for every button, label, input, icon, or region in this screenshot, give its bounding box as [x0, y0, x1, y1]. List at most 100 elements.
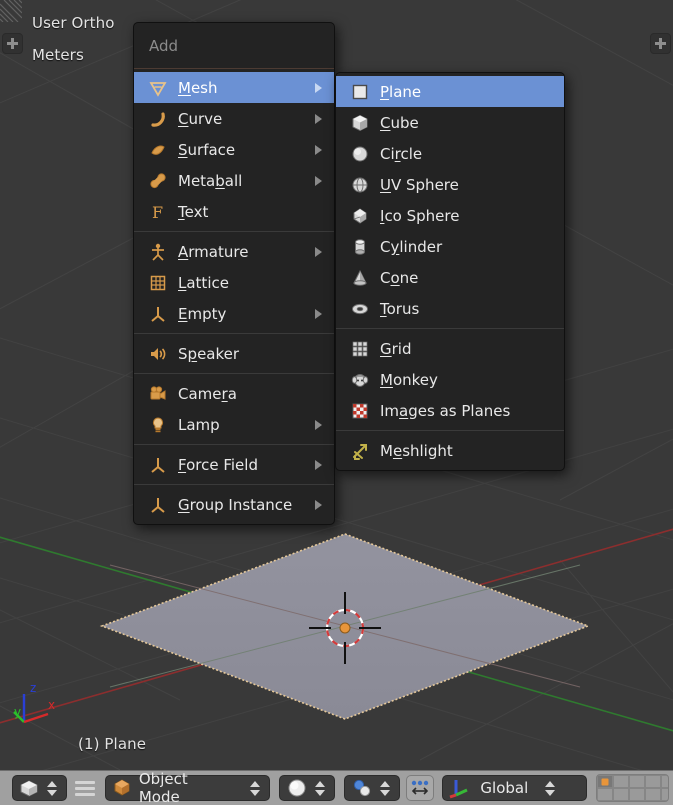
svg-text:z: z: [30, 681, 36, 695]
transform-orientation-selector[interactable]: Global: [442, 775, 588, 801]
submenu-arrow-icon: [315, 419, 322, 430]
menu-item-label: Meshlight: [380, 441, 453, 460]
mesh-submenu-item-monkey[interactable]: Monkey: [336, 364, 564, 395]
interaction-mode-label: Object Mode: [138, 770, 188, 805]
mesh-submenu-item-cylinder[interactable]: Cylinder: [336, 231, 564, 262]
layer-cell[interactable]: [661, 788, 669, 801]
circle-icon: [347, 144, 373, 164]
hamburger-icon-line: [75, 792, 96, 796]
submenu-arrow-icon: [315, 144, 322, 155]
layer-cell[interactable]: [613, 788, 630, 801]
mesh-submenu-item-plane[interactable]: Plane: [336, 76, 564, 107]
snap-toggle-button[interactable]: [405, 775, 435, 801]
menu-item-label: UV Sphere: [380, 175, 459, 194]
add-menu-item-force-field[interactable]: Force Field: [134, 449, 334, 480]
menu-item-label: Lattice: [178, 273, 229, 292]
layer-cell[interactable]: [597, 788, 614, 801]
pivot-median-icon: [353, 779, 371, 797]
plus-icon: [7, 38, 18, 49]
metaball-icon: [145, 171, 171, 191]
menu-item-label: Armature: [178, 242, 249, 261]
interaction-mode-selector[interactable]: Object Mode: [104, 770, 270, 805]
transform-orientation-spinner[interactable]: [542, 780, 558, 796]
interaction-mode-spinner[interactable]: [247, 780, 263, 796]
menu-item-label: Empty: [178, 304, 227, 323]
mesh-submenu-item-grid[interactable]: Grid: [336, 333, 564, 364]
cube-icon: [347, 113, 373, 133]
add-menu-item-armature[interactable]: Armature: [134, 236, 334, 267]
axis-gizmo: z y x: [13, 681, 55, 724]
layer-cell[interactable]: [645, 775, 662, 788]
menu-item-label: Group Instance: [178, 495, 293, 514]
mesh-submenu-item-cone[interactable]: Cone: [336, 262, 564, 293]
header-menu-button[interactable]: [74, 780, 97, 796]
scene-layers-widget[interactable]: [596, 774, 669, 802]
add-menu-item-camera[interactable]: Camera: [134, 378, 334, 409]
menu-item-label: Mesh: [178, 78, 218, 97]
plane-icon: [347, 82, 373, 102]
menu-separator: [134, 231, 334, 232]
menu-item-label: Cylinder: [380, 237, 443, 256]
layer-cell[interactable]: [629, 775, 646, 788]
mesh-submenu-item-uv-sphere[interactable]: UV Sphere: [336, 169, 564, 200]
mesh-submenu[interactable]: Plane Cube Circle UV Sphere Ico Sphere C…: [335, 72, 565, 471]
viewport-shading-selector[interactable]: [278, 775, 335, 801]
layer-cell[interactable]: [613, 775, 630, 788]
shading-solid-icon: [288, 779, 306, 797]
mesh-submenu-item-ico-sphere[interactable]: Ico Sphere: [336, 200, 564, 231]
layer-cell[interactable]: [645, 788, 662, 801]
hamburger-icon-line: [75, 786, 96, 790]
add-menu-item-surface[interactable]: Surface: [134, 134, 334, 165]
menu-item-label: Ico Sphere: [380, 206, 460, 225]
plus-icon: [655, 38, 666, 49]
images-icon: [347, 401, 373, 421]
editor-type-selector[interactable]: [12, 775, 67, 801]
pivot-point-spinner[interactable]: [377, 780, 393, 796]
layer-cell[interactable]: [597, 775, 614, 788]
add-menu-item-lamp[interactable]: Lamp: [134, 409, 334, 440]
menu-item-label: Speaker: [178, 344, 240, 363]
add-menu-item-empty[interactable]: Empty: [134, 298, 334, 329]
meshlight-icon: [347, 441, 373, 461]
add-menu-item-speaker[interactable]: Speaker: [134, 338, 334, 369]
menu-separator: [336, 328, 564, 329]
svg-text:F: F: [152, 203, 163, 222]
add-menu[interactable]: Add Mesh Curve Surface Metaball F Text Armat…: [133, 22, 335, 525]
add-menu-item-text[interactable]: F Text: [134, 196, 334, 227]
grid-icon: [347, 339, 373, 359]
layer-cell[interactable]: [661, 775, 669, 788]
mesh-submenu-item-images-as-planes[interactable]: Images as Planes: [336, 395, 564, 426]
uvsphere-icon: [347, 175, 373, 195]
empty-icon: [145, 304, 171, 324]
viewport-shading-spinner[interactable]: [312, 780, 328, 796]
add-menu-item-group-instance[interactable]: Group Instance: [134, 489, 334, 520]
layer-cell[interactable]: [629, 788, 646, 801]
toolshelf-toggle-button[interactable]: [2, 33, 23, 54]
menu-item-label: Force Field: [178, 455, 258, 474]
surface-icon: [145, 140, 171, 160]
icosphere-icon: [347, 206, 373, 226]
menu-item-label: Surface: [178, 140, 236, 159]
menu-item-label: Cube: [380, 113, 419, 132]
menu-item-label: Curve: [178, 109, 223, 128]
menu-item-label: Grid: [380, 339, 412, 358]
add-menu-item-lattice[interactable]: Lattice: [134, 267, 334, 298]
mesh-submenu-item-torus[interactable]: Torus: [336, 293, 564, 324]
editor-type-spinner[interactable]: [44, 780, 60, 796]
add-menu-item-metaball[interactable]: Metaball: [134, 165, 334, 196]
speaker-icon: [145, 344, 171, 364]
menu-item-label: Text: [178, 202, 209, 221]
submenu-arrow-icon: [315, 113, 322, 124]
submenu-arrow-icon: [315, 175, 322, 186]
mesh-submenu-item-meshlight[interactable]: Meshlight: [336, 435, 564, 466]
properties-region-toggle-button[interactable]: [650, 33, 671, 54]
pivot-point-selector[interactable]: [343, 775, 400, 801]
add-menu-item-mesh[interactable]: Mesh: [134, 72, 334, 103]
mesh-submenu-item-circle[interactable]: Circle: [336, 138, 564, 169]
mesh-submenu-item-cube[interactable]: Cube: [336, 107, 564, 138]
add-menu-item-curve[interactable]: Curve: [134, 103, 334, 134]
armature-icon: [145, 242, 171, 262]
menu-item-label: Camera: [178, 384, 237, 403]
menu-item-label: Plane: [380, 82, 422, 101]
add-menu-item-list: Mesh Curve Surface Metaball F Text Armature: [134, 69, 334, 524]
